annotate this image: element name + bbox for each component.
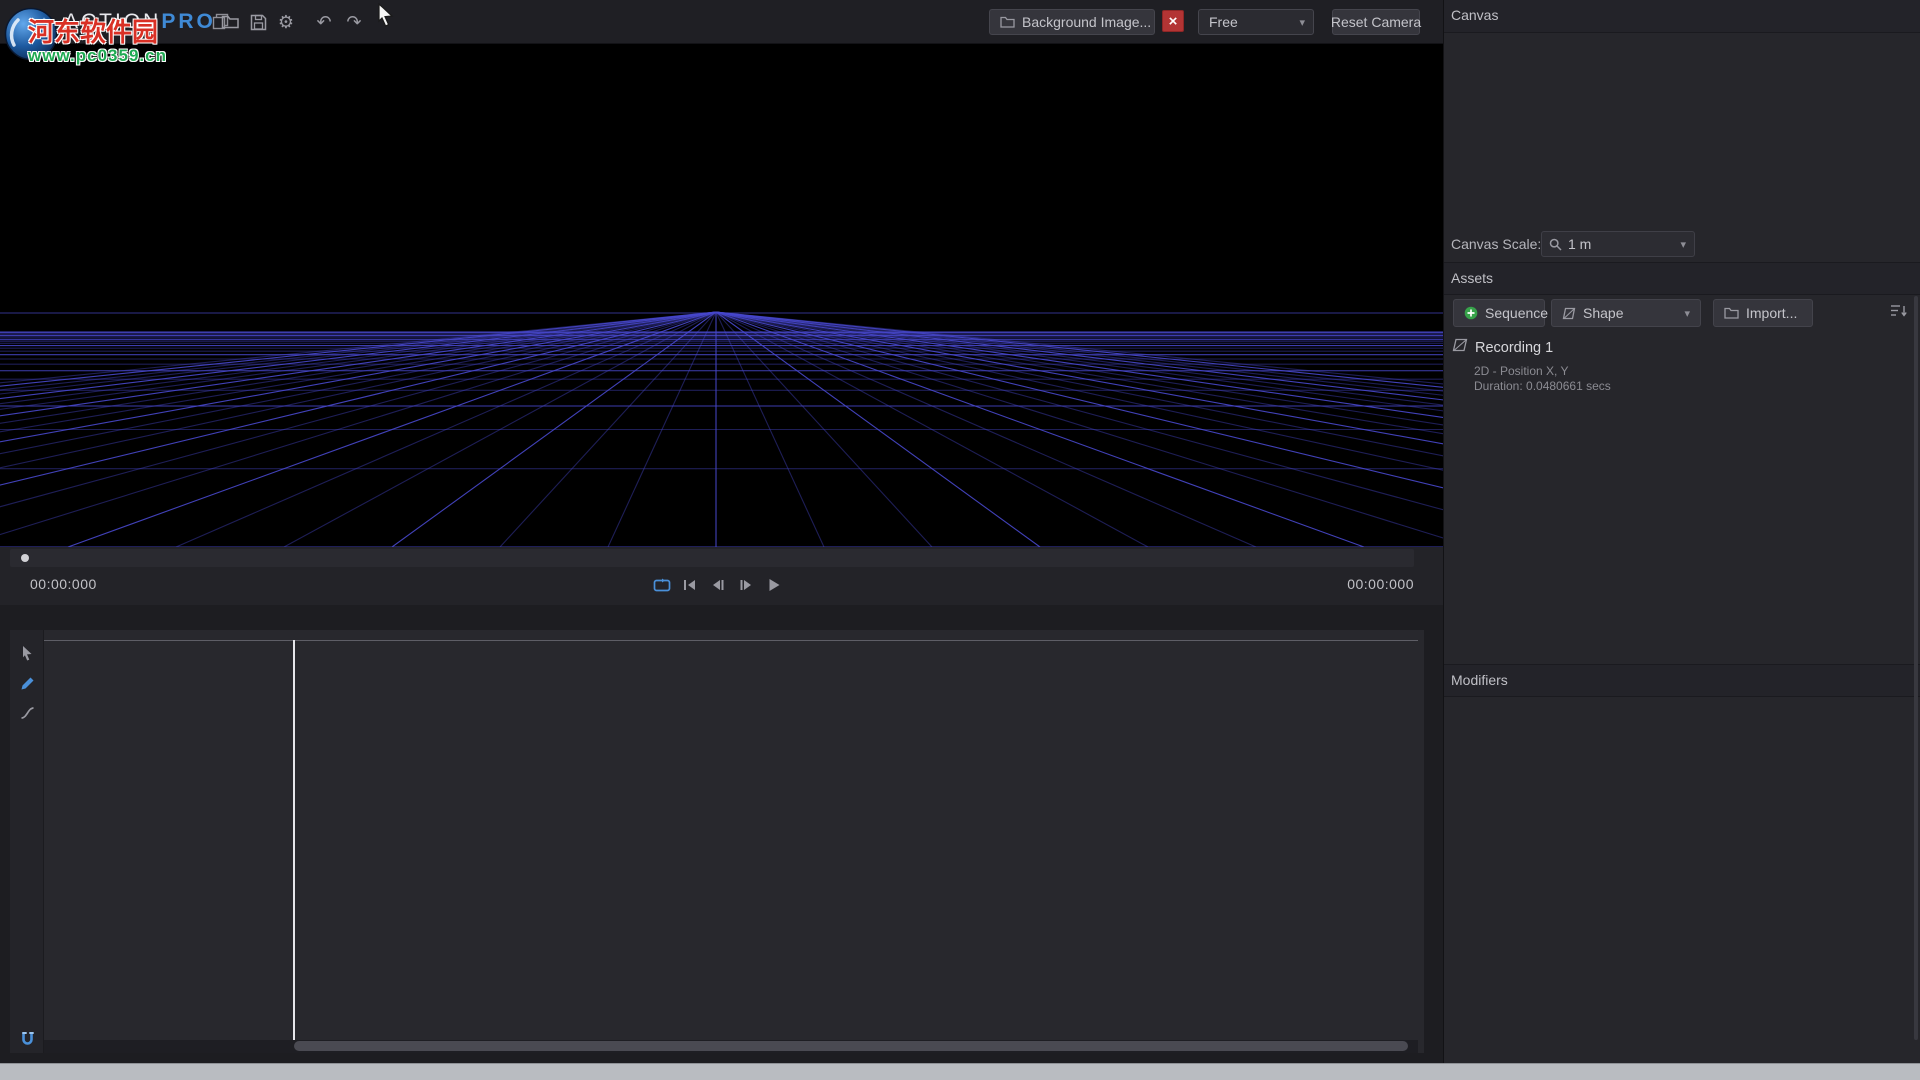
play-button[interactable] [762,573,786,597]
app-logo-icon [4,7,58,61]
clear-background-button[interactable]: × [1162,10,1184,32]
bottom-edge-strip [0,1063,1920,1080]
right-panel: Canvas Canvas Scale: 1 m ▾ Assets Sequen… [1443,0,1920,1063]
timeline-scrubber[interactable] [10,549,1414,567]
undo-button[interactable]: ↶ [312,10,336,34]
chevron-down-icon: ▾ [1285,16,1305,29]
scrollbar-thumb[interactable] [294,1041,1408,1051]
open-file-button[interactable] [218,10,242,34]
timeline-horizontal-scrollbar[interactable] [44,1040,1418,1053]
sort-assets-button[interactable] [1890,303,1908,319]
modifiers-section-title: Modifiers [1451,672,1508,688]
next-frame-button[interactable] [734,573,758,597]
chevron-down-icon: ▾ [1680,238,1686,251]
previous-frame-button[interactable] [706,573,730,597]
assets-toolbar: Sequence Shape ▾ Import... [1444,294,1920,334]
reset-camera-button[interactable]: Reset Camera [1332,9,1420,35]
brand-pro-text: PRO [161,10,216,33]
background-image-label: Background Image... [1022,14,1151,30]
sequence-asset-icon [1452,338,1468,352]
select-tool-button[interactable] [16,642,38,664]
app-toolbar: ACTIONPRO ⚙ ↶ ↷ Background Image... × Fr… [0,0,1443,44]
brand-action-text: ACTION [64,10,161,33]
save-button[interactable] [246,10,270,34]
3d-viewport[interactable] [0,44,1443,547]
curve-tool-button[interactable] [16,702,38,724]
asset-duration: Duration: 0.0480661 secs [1474,379,1611,393]
assets-vertical-scrollbar[interactable] [1914,296,1918,1040]
perspective-grid [0,44,1443,547]
brand-title: ACTIONPRO [64,0,216,44]
current-time: 00:00:000 [30,576,97,592]
folder-icon [1724,307,1739,319]
asset-name: Recording 1 [1475,340,1553,356]
canvas-scale-value: 1 m [1568,236,1591,252]
shape-label: Shape [1583,305,1623,321]
asset-type: 2D - Position X, Y [1474,364,1569,378]
camera-mode-select[interactable]: Free ▾ [1198,9,1314,35]
timeline-ruler-line [44,640,1418,641]
shape-button[interactable]: Shape ▾ [1551,299,1701,327]
transport-bar: 00:00:000 00:00:000 [0,567,1443,605]
background-image-button[interactable]: Background Image... [989,9,1155,35]
folder-icon [1000,16,1015,28]
canvas-scale-select[interactable]: 1 m ▾ [1541,231,1695,257]
canvas-scale-row: Canvas Scale: 1 m ▾ [1444,226,1920,262]
assets-section-header: Assets [1444,262,1920,295]
camera-mode-value: Free [1209,14,1238,30]
end-time: 00:00:000 [1324,576,1414,592]
import-button[interactable]: Import... [1713,299,1813,327]
redo-button[interactable]: ↷ [342,10,366,34]
reset-camera-label: Reset Camera [1331,14,1421,30]
add-sequence-button[interactable]: Sequence [1453,299,1545,327]
snap-magnet-tool-button[interactable] [16,1028,38,1050]
canvas-scale-label: Canvas Scale: [1451,226,1541,262]
assets-section-title: Assets [1451,270,1493,286]
plus-circle-icon [1464,306,1478,320]
import-label: Import... [1746,305,1797,321]
shape-icon [1562,307,1576,320]
magnifier-icon [1549,238,1562,251]
timeline-playhead[interactable] [293,640,295,1040]
app-window: ACTIONPRO ⚙ ↶ ↷ Background Image... × Fr… [0,0,1920,1080]
canvas-section-title: Canvas [1451,7,1498,23]
settings-gear-button[interactable]: ⚙ [274,10,298,34]
chevron-down-icon: ▾ [1684,307,1690,320]
add-sequence-label: Sequence [1485,305,1548,321]
timeline-tool-strip [10,630,44,1053]
canvas-section-header: Canvas [1444,0,1920,33]
go-to-start-button[interactable] [678,573,702,597]
timeline-panel[interactable] [10,630,1424,1053]
timeline-region [0,605,1443,1063]
scrubber-playhead-dot[interactable] [21,554,29,562]
modifiers-section-header: Modifiers [1444,664,1920,697]
asset-item-recording-1[interactable]: Recording 1 2D - Position X, Y Duration:… [1444,332,1912,398]
draw-tool-button[interactable] [16,672,38,694]
loop-button[interactable] [650,573,674,597]
